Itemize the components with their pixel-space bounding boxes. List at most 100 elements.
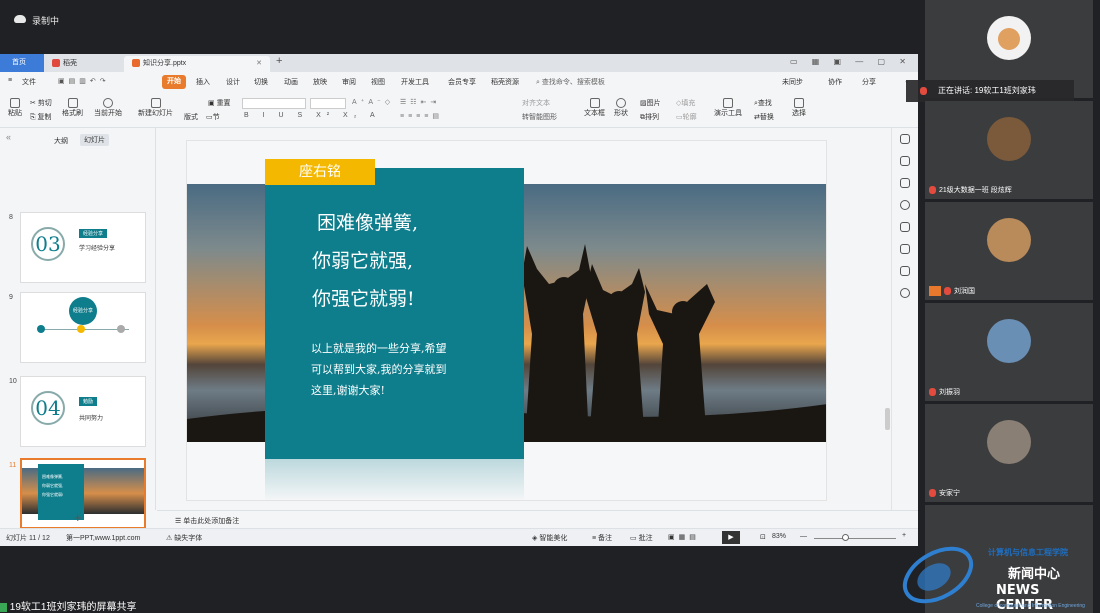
- format-painter-label: 格式刷: [62, 110, 83, 117]
- menu-view[interactable]: 视图: [371, 77, 385, 87]
- menu-start[interactable]: 开始: [162, 75, 186, 89]
- participant-tile[interactable]: 刘润国: [925, 202, 1093, 300]
- convert-smartart-button[interactable]: 转智能图形: [522, 112, 557, 122]
- current-slide[interactable]: 困难像弹簧, 你弱它就强, 你强它就弱! 以上就是我的一些分享,希望 可以帮到大…: [186, 140, 827, 501]
- location-icon[interactable]: [900, 288, 910, 298]
- image-tool-icon[interactable]: [900, 244, 910, 254]
- participant-tile[interactable]: 刘振羽: [925, 303, 1093, 401]
- participant-name: 21级大数据一班 段炫辉: [929, 185, 1012, 195]
- search-icon: ⌕: [536, 79, 540, 86]
- comments-toggle[interactable]: ▭ 批注: [630, 533, 653, 543]
- cut-button[interactable]: ✂ 剪切: [30, 98, 52, 108]
- align-icons[interactable]: ≡≡≡≡▤: [400, 112, 443, 120]
- help-icon[interactable]: [900, 200, 910, 210]
- quick-access-icons[interactable]: ▣▤▥↶↷: [58, 77, 110, 85]
- zoom-fit-icon[interactable]: ⊡: [760, 533, 766, 541]
- section-button[interactable]: ▭节: [206, 112, 220, 122]
- zoom-slider-handle[interactable]: [842, 534, 849, 541]
- shape-button[interactable]: 形状: [614, 98, 628, 118]
- play-slideshow-button[interactable]: ▶: [722, 531, 740, 544]
- menu-file[interactable]: 文件: [22, 77, 36, 87]
- cube-icon[interactable]: [900, 266, 910, 276]
- shape-icon: [616, 98, 626, 108]
- tab-home[interactable]: 首页: [0, 54, 44, 72]
- collapse-panel-icon[interactable]: «: [6, 132, 11, 142]
- template-icon[interactable]: [900, 222, 910, 232]
- menu-developer[interactable]: 开发工具: [401, 77, 429, 87]
- thumbnail-slide-8[interactable]: 03 经验分享 学习经验分享: [20, 212, 146, 283]
- layout-button[interactable]: 版式: [184, 112, 198, 122]
- font-size-select[interactable]: [310, 98, 346, 109]
- close-tab-icon[interactable]: ✕: [256, 56, 262, 72]
- select-button[interactable]: 选择: [792, 98, 806, 118]
- sync-status[interactable]: 未同步: [782, 77, 803, 87]
- tab-docer[interactable]: 稻壳: [44, 56, 122, 72]
- text-box-button[interactable]: 文本框: [584, 98, 605, 118]
- menu-animation[interactable]: 动画: [284, 77, 298, 87]
- tab-outline[interactable]: 大纲: [54, 136, 68, 146]
- rocket-icon[interactable]: [900, 134, 910, 144]
- quote-line-2: 你弱它就强,: [312, 250, 414, 272]
- new-slide-button[interactable]: 新建幻灯片: [138, 98, 173, 118]
- image-button[interactable]: ▨图片: [640, 98, 661, 108]
- notes-bar[interactable]: ☰ 单击此处添加备注: [157, 510, 918, 528]
- outline-button[interactable]: ▭轮廓: [676, 112, 697, 122]
- text-format-icons[interactable]: B I U S X² X₂ A: [244, 112, 381, 119]
- new-tab-icon[interactable]: +: [276, 55, 282, 67]
- window-controls[interactable]: ▭ ▦ ▣ — ▢ ✕: [790, 57, 912, 66]
- news-center-watermark: 计算机与信息工程学院 新闻中心 NEWS CENTER College of c…: [890, 515, 1100, 613]
- presenter-tools-button[interactable]: 演示工具: [714, 98, 742, 118]
- find-button[interactable]: ⌕查找: [754, 98, 772, 108]
- tab-file[interactable]: 知识分享.pptx ✕: [124, 56, 270, 72]
- thumbnail-slide-10[interactable]: 04 勉励 共同努力: [20, 376, 146, 447]
- section-number: 03: [31, 227, 65, 261]
- reset-button[interactable]: ▣ 重置: [208, 98, 231, 108]
- comment-icon: ▭: [630, 535, 637, 542]
- view-mode-icons[interactable]: ▣▦▤: [668, 533, 700, 541]
- font-family-select[interactable]: [242, 98, 306, 109]
- list-icons[interactable]: ☰☷⇤⇥: [400, 98, 440, 106]
- fill-button[interactable]: ◇填充: [676, 98, 695, 108]
- command-search[interactable]: ⌕ 查找命令、搜索模板: [536, 77, 605, 87]
- zoom-out-icon[interactable]: —: [800, 533, 807, 540]
- collaborate-button[interactable]: 协作: [828, 77, 842, 87]
- menu-review[interactable]: 审阅: [342, 77, 356, 87]
- beautify-button[interactable]: ◈ 智能美化: [532, 533, 567, 543]
- menu-slideshow[interactable]: 放映: [313, 77, 327, 87]
- menu-design[interactable]: 设计: [226, 77, 240, 87]
- copy-label: 复制: [37, 114, 52, 121]
- status-bar: 幻灯片 11 / 12 第一PPT,www.1ppt.com ⚠ 缺失字体 ◈ …: [0, 528, 918, 546]
- menu-icon[interactable]: ≡: [8, 77, 12, 84]
- menu-docer-resources[interactable]: 稻壳资源: [491, 77, 519, 87]
- participant-tile[interactable]: 安家宁: [925, 404, 1093, 502]
- notes-toggle[interactable]: ≡ 备注: [592, 533, 612, 543]
- missing-font-button[interactable]: ⚠ 缺失字体: [166, 533, 202, 543]
- menu-member[interactable]: 会员专享: [448, 77, 476, 87]
- participant-tile[interactable]: 21级大数据一班 段炫辉: [925, 101, 1093, 199]
- thumbnail-slide-11-selected[interactable]: 困难像弹簧, 你弱它就强, 你强它就弱!: [20, 458, 146, 529]
- menu-transition[interactable]: 切换: [254, 77, 268, 87]
- copy-button[interactable]: ⎘ 复制: [30, 112, 52, 122]
- share-button[interactable]: 分享: [862, 77, 876, 87]
- participant-name: 刘振羽: [929, 387, 960, 397]
- avatar: [987, 319, 1031, 363]
- participant-name-text: 安家宁: [939, 490, 960, 497]
- arrange-button[interactable]: ⧉排列: [640, 112, 659, 122]
- font-size-adjust-icons[interactable]: A⁺A⁻◇: [352, 98, 394, 106]
- tab-slides[interactable]: 幻灯片: [80, 134, 109, 146]
- participant-name-text: 刘润国: [954, 287, 975, 295]
- replace-button[interactable]: ⇄替换: [754, 112, 774, 122]
- format-painter-button[interactable]: 格式刷: [62, 98, 83, 118]
- align-text-button[interactable]: 对齐文本: [522, 98, 550, 108]
- sliders-icon[interactable]: [900, 156, 910, 166]
- play-current-button[interactable]: 当前开始: [94, 98, 122, 118]
- magic-icon[interactable]: [900, 178, 910, 188]
- warning-icon: ⚠: [166, 535, 173, 542]
- add-slide-icon[interactable]: +: [74, 510, 82, 525]
- quote-line-1: 困难像弹簧,: [317, 212, 419, 234]
- menu-insert[interactable]: 插入: [196, 77, 210, 87]
- zoom-slider[interactable]: [814, 538, 896, 539]
- paste-button[interactable]: 粘贴: [8, 98, 22, 118]
- canvas-scrollbar[interactable]: [885, 408, 890, 430]
- thumbnail-slide-9[interactable]: 经验分享: [20, 292, 146, 363]
